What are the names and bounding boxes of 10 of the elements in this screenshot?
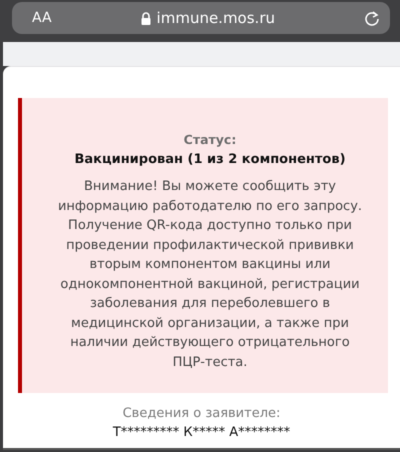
lock-icon [140, 12, 151, 24]
status-label: Статус: [184, 132, 236, 147]
reload-icon[interactable] [364, 10, 380, 26]
notice-text: Внимание! Вы можете сообщить эту информацию работодателю по его запросу. Получение QR-кода доступно только при проведении профилактической прививки вторым компонентом вакцины или однокомпонентной вакциной, регистрации заболевания для переболевшего в медицинской организации, а также при наличии действующего отрицательного ПЦР-теста. [58, 178, 362, 372]
status-value: Вакцинирован (1 из 2 компонентов) [74, 152, 346, 167]
url-text: immune.mos.ru [156, 9, 275, 27]
address-bar[interactable]: AA immune.mos.ru [12, 2, 390, 34]
applicant-label: Сведения о заявителе: [122, 406, 280, 421]
text-size-button[interactable]: AA [32, 10, 52, 26]
applicant-name: Т********* К***** А******** [112, 425, 290, 440]
